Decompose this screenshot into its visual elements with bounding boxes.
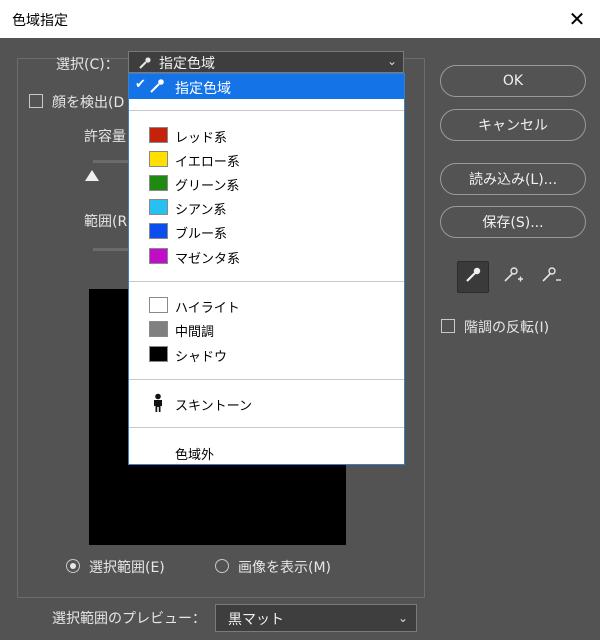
menu-item-label: ハイライト <box>175 301 240 316</box>
menu-item-reds[interactable]: レッド系 <box>129 123 404 147</box>
cancel-button[interactable]: キャンセル <box>440 109 586 141</box>
invert-checkbox[interactable] <box>441 319 455 333</box>
preview-select-label: 選択範囲のプレビュー： <box>52 611 206 627</box>
chevron-down-icon: ⌄ <box>386 54 397 68</box>
select-value: 指定色域 <box>159 56 215 72</box>
title-bar: 色域指定 ✕ <box>0 0 600 38</box>
menu-separator <box>129 427 404 428</box>
eyedropper-icon <box>464 266 482 288</box>
green-swatch <box>149 175 168 191</box>
menu-item-label: イエロー系 <box>175 155 240 170</box>
menu-separator <box>129 379 404 380</box>
range-slider-track[interactable] <box>93 248 129 251</box>
load-button[interactable]: 読み込み(L)... <box>440 163 586 195</box>
tolerance-slider-thumb[interactable] <box>85 170 99 181</box>
menu-item-label: シアン系 <box>175 203 227 218</box>
menu-item-label: レッド系 <box>175 131 228 146</box>
menu-item-highlights[interactable]: ハイライト <box>129 293 404 317</box>
menu-item-cyans[interactable]: シアン系 <box>129 195 404 219</box>
menu-item-label: グリーン系 <box>175 179 240 194</box>
selection-radio-label[interactable]: 選択範囲(E) <box>89 557 165 577</box>
menu-item-label: ブルー系 <box>175 227 228 242</box>
save-button[interactable]: 保存(S)... <box>440 206 586 238</box>
selection-radio[interactable] <box>66 559 80 573</box>
eyedropper-plus-icon <box>502 265 524 289</box>
range-label: 範囲(R <box>84 214 128 230</box>
menu-item-label: シャドウ <box>175 350 228 365</box>
tolerance-slider-track[interactable] <box>93 160 129 163</box>
tolerance-label: 許容量 <box>84 129 126 145</box>
person-icon <box>151 393 165 417</box>
chevron-down-icon: ⌄ <box>397 611 408 625</box>
eyedropper-tool[interactable] <box>457 261 489 293</box>
select-label: 選択(C)： <box>56 57 119 73</box>
close-icon: ✕ <box>568 7 586 31</box>
preview-select[interactable]: 黒マット ⌄ <box>215 604 417 632</box>
menu-item-midtones[interactable]: 中間調 <box>129 317 404 341</box>
ok-button[interactable]: OK <box>440 65 586 97</box>
eyedropper-minus-icon <box>540 265 562 289</box>
eyedropper-icon <box>149 78 165 98</box>
magenta-swatch <box>149 248 168 264</box>
invert-label: 階調の反転(I) <box>464 320 550 336</box>
image-radio-label[interactable]: 画像を表示(M) <box>238 557 331 577</box>
select-dropdown-menu: ✔ 指定色域 レッド系 イエロー系 グリーン系 シアン系 ブルー系 マゼンタ系 … <box>128 73 405 465</box>
menu-item-skin-tones[interactable]: スキントーン <box>129 391 404 415</box>
menu-item-yellows[interactable]: イエロー系 <box>129 147 404 171</box>
menu-item-label: スキントーン <box>175 399 252 414</box>
menu-item-blues[interactable]: ブルー系 <box>129 219 404 243</box>
menu-item-label: マゼンタ系 <box>175 252 241 267</box>
blue-swatch <box>149 223 168 239</box>
menu-separator <box>129 110 404 111</box>
menu-item-out-of-gamut[interactable]: 色域外 <box>129 440 404 464</box>
eyedropper-plus-tool[interactable] <box>497 261 529 293</box>
eyedropper-minus-tool[interactable] <box>535 261 567 293</box>
face-detect-label: 顔を検出(D <box>52 95 125 111</box>
highlights-swatch <box>149 297 168 313</box>
checkmark-icon: ✔ <box>135 77 146 92</box>
menu-item-label: 中間調 <box>175 325 215 340</box>
select-dropdown[interactable]: 指定色域 ⌄ <box>128 51 404 73</box>
preview-select-value: 黒マット <box>228 612 284 628</box>
midtones-swatch <box>149 321 168 337</box>
close-button[interactable]: ✕ <box>554 0 600 38</box>
menu-item-sampled-colors[interactable]: ✔ 指定色域 <box>129 74 404 99</box>
cyan-swatch <box>149 199 168 215</box>
menu-item-magentas[interactable]: マゼンタ系 <box>129 244 404 268</box>
yellow-swatch <box>149 151 168 167</box>
shadows-swatch <box>149 346 168 362</box>
face-detect-checkbox[interactable] <box>29 94 43 108</box>
menu-item-shadows[interactable]: シャドウ <box>129 342 404 366</box>
image-radio[interactable] <box>215 559 229 573</box>
menu-separator <box>129 281 404 282</box>
eyedropper-icon <box>138 55 152 74</box>
menu-item-greens[interactable]: グリーン系 <box>129 171 404 195</box>
menu-item-label: 色域外 <box>175 448 215 463</box>
red-swatch <box>149 127 168 143</box>
dialog-title: 色域指定 <box>12 13 68 29</box>
menu-item-label: 指定色域 <box>175 81 231 97</box>
